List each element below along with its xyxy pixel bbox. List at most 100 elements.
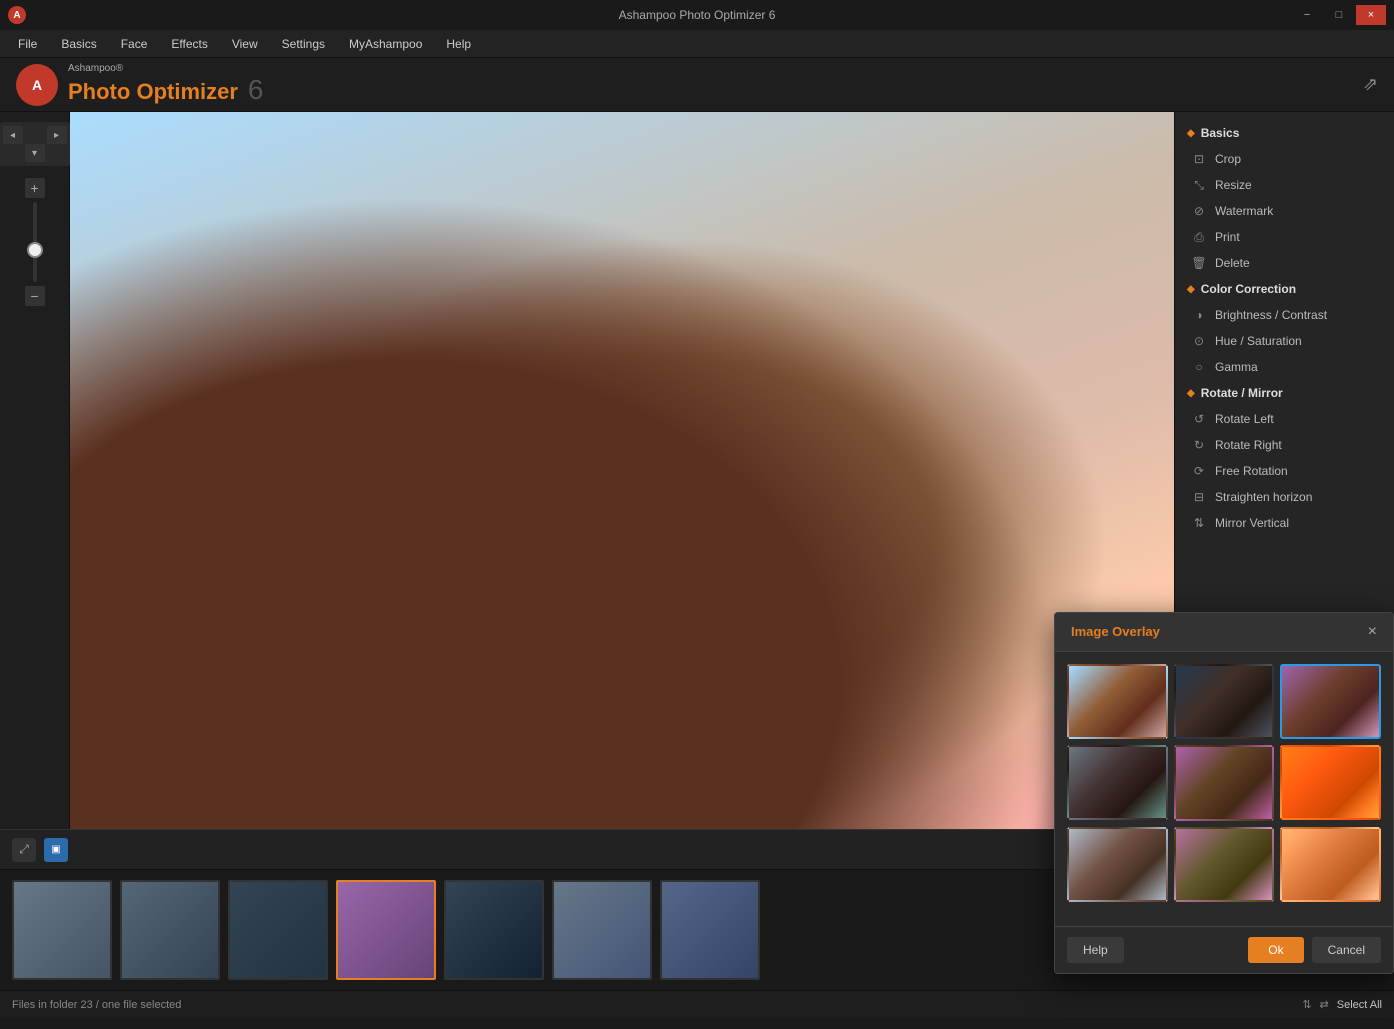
zoom-out-button[interactable]: − bbox=[25, 286, 45, 306]
dialog-cancel-button[interactable]: Cancel bbox=[1312, 937, 1381, 963]
delete-icon: 🗑 bbox=[1191, 255, 1207, 271]
thumbnail-7[interactable] bbox=[660, 880, 760, 980]
logo-icon: A bbox=[16, 64, 58, 106]
thumbnail-view-button[interactable]: ▣ bbox=[44, 838, 68, 862]
section-basics: ◆ Basics bbox=[1175, 120, 1394, 146]
share-icon[interactable]: ⇗ bbox=[1363, 74, 1378, 95]
dialog-header: Image Overlay × bbox=[1055, 613, 1393, 652]
pan-left[interactable]: ◂ bbox=[3, 126, 23, 144]
dialog-body bbox=[1055, 652, 1393, 927]
expand-button[interactable]: ⤢ bbox=[12, 838, 36, 862]
panel-item-straighten[interactable]: ⊟ Straighten horizon bbox=[1175, 484, 1394, 510]
select-all-button[interactable]: Select All bbox=[1337, 999, 1382, 1011]
overlay-thumb-8[interactable] bbox=[1174, 827, 1275, 903]
dialog-ok-button[interactable]: Ok bbox=[1248, 937, 1303, 963]
menu-settings[interactable]: Settings bbox=[272, 33, 335, 55]
minimize-button[interactable]: − bbox=[1292, 5, 1322, 25]
overlay-thumb-5[interactable] bbox=[1174, 745, 1275, 821]
app-logo: A Ashampoo® Photo Optimizer 6 bbox=[16, 63, 264, 106]
thumbnail-4[interactable] bbox=[336, 880, 436, 980]
overlay-thumb-4[interactable] bbox=[1067, 745, 1168, 820]
panel-item-watermark[interactable]: ⊘ Watermark bbox=[1175, 198, 1394, 224]
dialog-help-button[interactable]: Help bbox=[1067, 937, 1124, 963]
resize-icon: ⤡ bbox=[1191, 177, 1207, 193]
thumbnail-3[interactable] bbox=[228, 880, 328, 980]
pan-right[interactable]: ▸ bbox=[47, 126, 67, 144]
overlay-thumb-2[interactable] bbox=[1174, 664, 1275, 740]
panel-item-rotate-left[interactable]: ↺ Rotate Left bbox=[1175, 406, 1394, 432]
status-text: Files in folder 23 / one file selected bbox=[12, 999, 181, 1011]
overlay-thumb-7[interactable] bbox=[1067, 827, 1168, 902]
panel-item-print[interactable]: ⎙ Print bbox=[1175, 224, 1394, 250]
logo-brand: Ashampoo® bbox=[68, 63, 264, 74]
window-controls: − □ × bbox=[1292, 5, 1386, 25]
left-nav: ◂ ▸ ▾ + − bbox=[0, 112, 70, 829]
section-color-correction: ◆ Color Correction bbox=[1175, 276, 1394, 302]
panel-item-rotate-right[interactable]: ↻ Rotate Right bbox=[1175, 432, 1394, 458]
hue-icon: ⊙ bbox=[1191, 333, 1207, 349]
crop-icon: ⊡ bbox=[1191, 151, 1207, 167]
swap-icon: ⇄ bbox=[1320, 998, 1329, 1011]
pan-controls: ◂ ▸ ▾ bbox=[0, 122, 71, 166]
thumbnail-1[interactable] bbox=[12, 880, 112, 980]
maximize-button[interactable]: □ bbox=[1324, 5, 1354, 25]
status-right: ⇅ ⇄ Select All bbox=[1302, 998, 1382, 1011]
dialog-actions: Ok Cancel bbox=[1248, 937, 1381, 963]
straighten-icon: ⊟ bbox=[1191, 489, 1207, 505]
menu-face[interactable]: Face bbox=[111, 33, 158, 55]
photo-canvas bbox=[70, 112, 1174, 829]
status-left: Files in folder 23 / one file selected bbox=[12, 999, 181, 1011]
sort-icon: ⇅ bbox=[1302, 998, 1311, 1011]
overlay-thumb-9[interactable] bbox=[1280, 827, 1381, 902]
panel-item-mirror[interactable]: ⇅ Mirror Vertical bbox=[1175, 510, 1394, 536]
title-bar: A Ashampoo Photo Optimizer 6 − □ × bbox=[0, 0, 1394, 30]
status-bar: Files in folder 23 / one file selected ⇅… bbox=[0, 990, 1394, 1018]
thumbnail-6[interactable] bbox=[552, 880, 652, 980]
panel-item-free-rotation[interactable]: ⟳ Free Rotation bbox=[1175, 458, 1394, 484]
dialog-close-button[interactable]: × bbox=[1368, 623, 1377, 641]
pan-down[interactable]: ▾ bbox=[25, 144, 45, 162]
section-rotate-mirror: ◆ Rotate / Mirror bbox=[1175, 380, 1394, 406]
free-rotation-icon: ⟳ bbox=[1191, 463, 1207, 479]
menu-myashampoo[interactable]: MyAshampoo bbox=[339, 33, 432, 55]
logo-text: Ashampoo® Photo Optimizer 6 bbox=[68, 63, 264, 106]
window-title: Ashampoo Photo Optimizer 6 bbox=[619, 8, 776, 22]
thumbnail-2[interactable] bbox=[120, 880, 220, 980]
panel-item-brightness[interactable]: ◑ Brightness / Contrast bbox=[1175, 302, 1394, 328]
gamma-icon: ○ bbox=[1191, 359, 1207, 375]
panel-item-hue[interactable]: ⊙ Hue / Saturation bbox=[1175, 328, 1394, 354]
panel-item-resize[interactable]: ⤡ Resize bbox=[1175, 172, 1394, 198]
close-button[interactable]: × bbox=[1356, 5, 1386, 25]
dialog-title: Image Overlay bbox=[1071, 624, 1160, 639]
main-image bbox=[70, 112, 1174, 829]
zoom-thumb[interactable] bbox=[27, 242, 43, 258]
mirror-icon: ⇅ bbox=[1191, 515, 1207, 531]
rotate-right-icon: ↻ bbox=[1191, 437, 1207, 453]
dialog-footer: Help Ok Cancel bbox=[1055, 926, 1393, 973]
menu-view[interactable]: View bbox=[222, 33, 268, 55]
menu-file[interactable]: File bbox=[8, 33, 47, 55]
panel-item-gamma[interactable]: ○ Gamma bbox=[1175, 354, 1394, 380]
image-overlay-dialog: Image Overlay × Help Ok Cancel bbox=[1054, 612, 1394, 975]
app-header: A Ashampoo® Photo Optimizer 6 ⇗ bbox=[0, 58, 1394, 112]
menu-basics[interactable]: Basics bbox=[51, 33, 106, 55]
toolbar-left: ⤢ ▣ bbox=[12, 838, 68, 862]
overlay-thumb-3[interactable] bbox=[1280, 664, 1381, 739]
panel-item-crop[interactable]: ⊡ Crop bbox=[1175, 146, 1394, 172]
menu-effects[interactable]: Effects bbox=[161, 33, 217, 55]
overlay-grid bbox=[1067, 664, 1381, 903]
rotate-left-icon: ↺ bbox=[1191, 411, 1207, 427]
brightness-icon: ◑ bbox=[1191, 307, 1207, 323]
menu-help[interactable]: Help bbox=[436, 33, 481, 55]
panel-item-delete[interactable]: 🗑 Delete bbox=[1175, 250, 1394, 276]
overlay-thumb-6[interactable] bbox=[1280, 745, 1381, 820]
zoom-in-button[interactable]: + bbox=[25, 178, 45, 198]
overlay-thumb-1[interactable] bbox=[1067, 664, 1168, 739]
zoom-track[interactable] bbox=[33, 202, 37, 282]
print-icon: ⎙ bbox=[1191, 229, 1207, 245]
logo-version: 6 bbox=[248, 74, 264, 106]
zoom-controls: + − bbox=[25, 178, 45, 306]
watermark-icon: ⊘ bbox=[1191, 203, 1207, 219]
thumbnail-5[interactable] bbox=[444, 880, 544, 980]
menu-bar: File Basics Face Effects View Settings M… bbox=[0, 30, 1394, 58]
